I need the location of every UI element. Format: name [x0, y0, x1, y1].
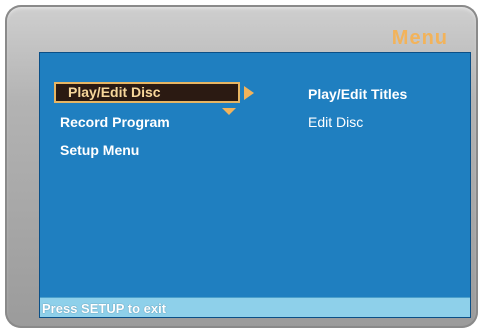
menu-item-record-program[interactable]: Record Program — [60, 114, 170, 130]
tv-frame: Menu Play/Edit Disc Record Program Setup… — [5, 5, 478, 328]
arrow-right-icon — [244, 86, 254, 100]
submenu-item-play-edit-titles[interactable]: Play/Edit Titles — [308, 86, 407, 102]
menu-title: Menu — [391, 27, 448, 49]
menu-item-setup-menu[interactable]: Setup Menu — [60, 142, 139, 158]
arrow-down-icon — [222, 108, 236, 115]
footer-bar: Press SETUP to exit — [40, 297, 470, 317]
submenu-item-edit-disc[interactable]: Edit Disc — [308, 114, 363, 130]
menu-item-play-edit-disc[interactable]: Play/Edit Disc — [68, 84, 161, 100]
menu-screen: Play/Edit Disc Record Program Setup Menu… — [39, 52, 471, 318]
exit-hint: Press SETUP to exit — [42, 301, 167, 316]
